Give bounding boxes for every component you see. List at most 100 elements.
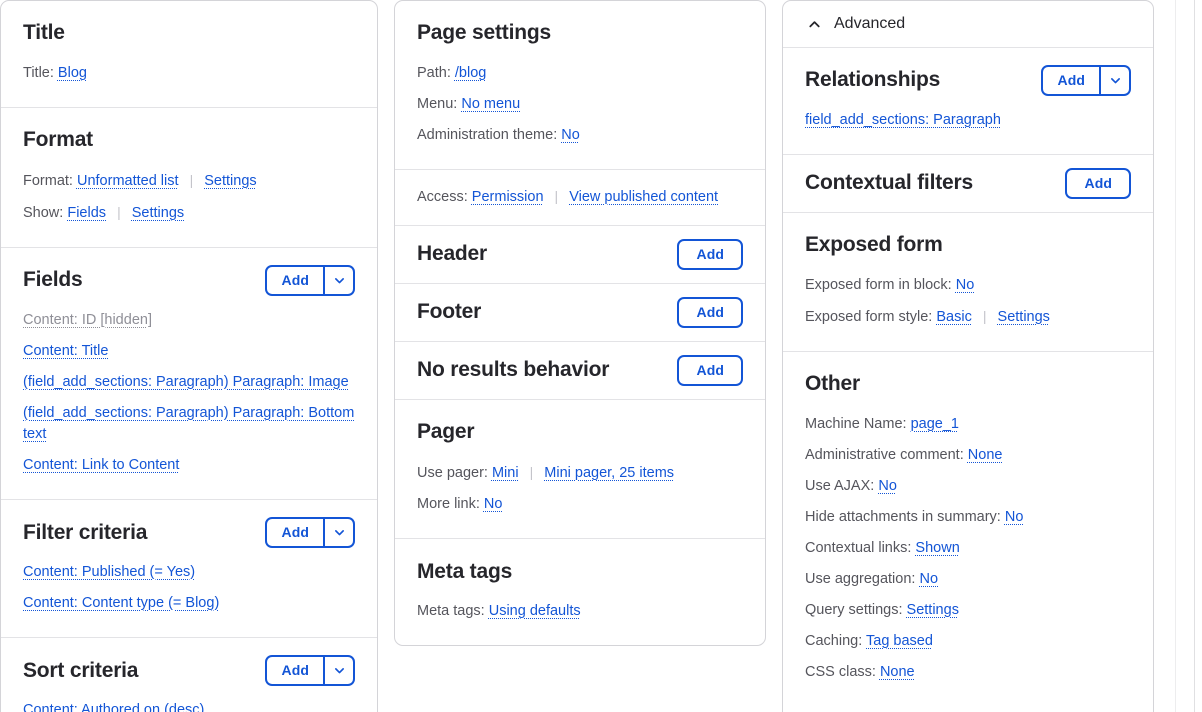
row-label: Access: [417,189,468,206]
bucket-heading: Title [23,21,65,45]
chevron-up-icon[interactable] [805,15,823,33]
add-header-button[interactable]: Add [677,238,743,270]
bucket-rows: Content: Authored on (desc) [23,695,355,712]
link-pager-type[interactable]: Mini [492,465,519,481]
row-contextual-links: Contextual links: Shown [805,533,1131,564]
bucket-fields: Fields Add Content: ID [hidden] Content:… [1,248,377,501]
list-item: Content: ID [hidden] [23,305,355,336]
row-label: Title: [23,65,54,81]
link-format-settings[interactable]: Settings [204,173,256,189]
row-css-class: CSS class: None [805,657,1131,688]
link-administrative-comment-value[interactable]: None [968,447,1003,463]
pipe-separator: | [189,172,194,189]
link-relationship-item[interactable]: field_add_sections: Paragraph [805,112,1001,128]
add-sort-button[interactable]: Add [265,654,355,686]
bucket-rows: Machine Name: page_1 Administrative comm… [805,409,1131,688]
link-css-class-value[interactable]: None [880,664,915,680]
link-exposed-form-in-block-value[interactable]: No [956,277,975,293]
row-query-settings: Query settings: Settings [805,595,1131,626]
link-field-item[interactable]: Content: ID [hidden] [23,312,152,328]
link-sort-item[interactable]: Content: Authored on (desc) [23,702,204,712]
link-use-aggregation-value[interactable]: No [919,571,938,587]
link-menu-value[interactable]: No menu [461,96,520,112]
page-edge-line [1194,0,1195,712]
chevron-down-icon[interactable] [325,657,353,684]
link-exposed-form-style-value[interactable]: Basic [936,309,971,325]
bucket-heading: Exposed form [805,233,943,257]
row-use-ajax: Use AJAX: No [805,471,1131,502]
link-filter-item[interactable]: Content: Published (= Yes) [23,564,195,580]
list-item: Content: Title [23,336,355,367]
add-filter-button[interactable]: Add [265,516,355,548]
list-item: Content: Link to Content [23,450,355,481]
link-field-item[interactable]: Content: Link to Content [23,457,179,473]
link-more-link-value[interactable]: No [484,496,503,512]
link-field-item[interactable]: (field_add_sections: Paragraph) Paragrap… [23,405,354,442]
link-contextual-links-value[interactable]: Shown [915,540,959,556]
add-contextual-filter-button[interactable]: Add [1065,167,1131,199]
pipe-separator: | [529,464,534,481]
row-menu: Menu: No menu [417,89,743,120]
list-item: Content: Authored on (desc) [23,695,355,712]
bucket-heading: Header [417,242,488,266]
row-label: Administrative comment: [805,447,964,464]
chevron-down-icon[interactable] [1101,67,1129,94]
bucket-heading: Other [805,372,861,396]
chevron-down-icon[interactable] [325,519,353,546]
link-field-item[interactable]: Content: Title [23,343,108,359]
link-field-item[interactable]: (field_add_sections: Paragraph) Paragrap… [23,374,349,390]
row-label: Exposed form in block: [805,277,952,294]
row-use-pager: Use pager: Mini | Mini pager, 25 items [417,457,743,489]
link-format-value[interactable]: Unformatted list [77,173,179,189]
bucket-heading: Meta tags [417,559,513,583]
add-footer-button[interactable]: Add [677,296,743,328]
row-administration-theme: Administration theme: No [417,120,743,151]
pipe-separator: | [117,204,121,221]
link-query-settings-value[interactable]: Settings [907,602,959,618]
bucket-heading: Filter criteria [23,520,148,544]
link-title-value[interactable]: Blog [58,65,87,81]
link-caching-value[interactable]: Tag based [866,633,933,649]
bucket-header: Contextual filters Add [805,167,1131,199]
advanced-header[interactable]: Advanced [805,12,1131,35]
bucket-rows: Use pager: Mini | Mini pager, 25 items M… [417,457,743,520]
bucket-heading: Page settings [417,21,551,45]
row-label: Query settings: [805,602,903,619]
link-use-ajax-value[interactable]: No [878,478,897,494]
row-label: Contextual links: [805,540,912,557]
row-machine-name: Machine Name: page_1 [805,409,1131,440]
bucket-contextual-filters: Contextual filters Add [783,155,1153,214]
link-meta-tags-value[interactable]: Using defaults [489,603,581,619]
row-label: Meta tags: [417,603,485,620]
link-filter-item[interactable]: Content: Content type (= Blog) [23,595,219,611]
bucket-header: Pager [417,416,743,448]
add-fields-button[interactable]: Add [265,264,355,296]
row-label: Format: [23,173,73,190]
link-pager-settings[interactable]: Mini pager, 25 items [544,465,674,481]
bucket-header-area: Header Add [395,226,765,285]
link-show-settings[interactable]: Settings [132,205,184,221]
add-button-label: Add [696,246,724,263]
chevron-down-icon[interactable] [325,267,353,294]
add-relationship-button[interactable]: Add [1041,64,1131,96]
add-button-label: Add [696,304,724,321]
link-administration-theme-value[interactable]: No [561,127,580,143]
link-access-value[interactable]: Permission [472,189,544,205]
bucket-header: Other [805,368,1131,400]
link-exposed-form-style-settings[interactable]: Settings [998,309,1050,325]
link-access-permission-detail[interactable]: View published content [569,189,718,205]
link-path-value[interactable]: /blog [455,65,486,81]
bucket-rows: Content: ID [hidden] Content: Title (fie… [23,305,355,481]
bucket-header: Exposed form [805,229,1131,261]
advanced-toggle[interactable]: Advanced [783,1,1153,48]
bucket-header: Sort criteria Add [23,654,355,686]
bucket-heading: Contextual filters [805,171,973,195]
link-show-value[interactable]: Fields [67,205,106,221]
row-label: Use pager: [417,465,488,482]
row-exposed-form-in-block: Exposed form in block: No [805,270,1131,301]
row-label: More link: [417,496,480,513]
link-hide-attachments-value[interactable]: No [1005,509,1024,525]
add-no-results-button[interactable]: Add [677,354,743,386]
link-machine-name-value[interactable]: page_1 [911,416,959,432]
bucket-filter-criteria: Filter criteria Add Content: Published (… [1,500,377,639]
